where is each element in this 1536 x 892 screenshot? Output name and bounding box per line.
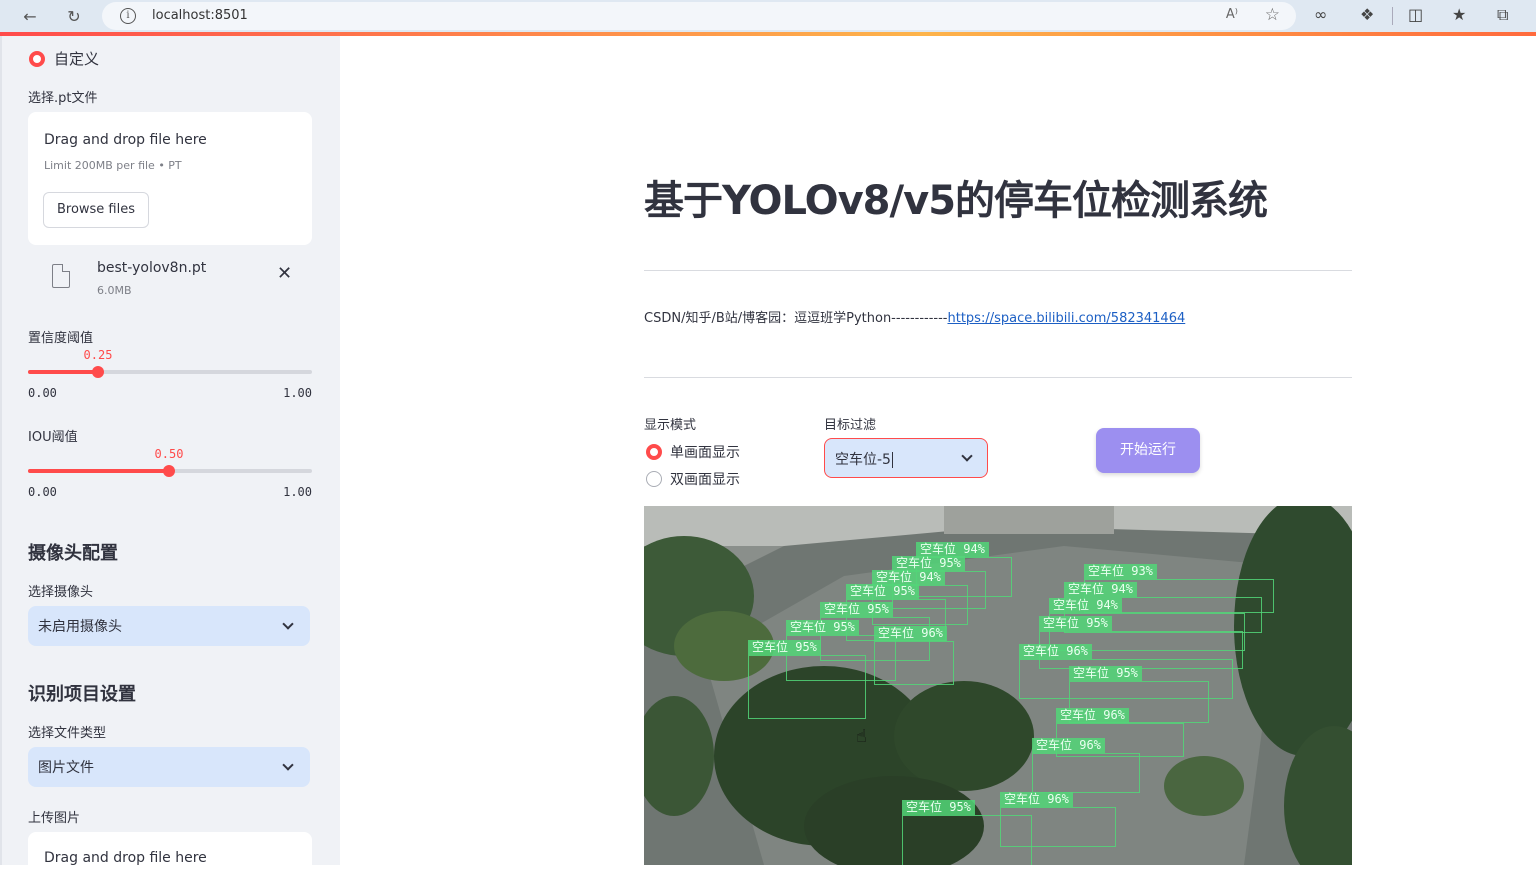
toolbar-divider <box>1392 7 1393 25</box>
detection-label: 空车位 96% <box>1000 792 1073 807</box>
address-url: localhost:8501 <box>152 8 248 23</box>
drag-drop-text: Drag and drop file here <box>44 850 207 866</box>
slider-value: 0.50 <box>154 447 184 461</box>
sidebar: 自定义 选择.pt文件 Drag and drop file here Limi… <box>0 36 340 892</box>
site-info-icon[interactable]: i <box>120 8 136 24</box>
radio-dual-view-label: 双画面显示 <box>670 472 740 488</box>
slider-min: 0.00 <box>28 386 57 400</box>
target-filter-label: 目标过滤 <box>824 418 877 433</box>
mouse-cursor-icon: ☝ <box>856 726 867 747</box>
camera-select-label: 选择摄像头 <box>28 585 94 600</box>
detection-bbox <box>748 655 866 719</box>
detection-bbox <box>902 815 1032 865</box>
detection-label: 空车位 95% <box>902 800 975 815</box>
detection-label: 空车位 95% <box>748 640 821 655</box>
detection-label: 空车位 95% <box>846 584 919 599</box>
detection-label: 空车位 96% <box>1032 738 1105 753</box>
camera-select[interactable]: 未启用摄像头 <box>28 606 310 646</box>
recognition-section-heading: 识别项目设置 <box>28 684 136 705</box>
favorites-icon[interactable]: ★ <box>1452 5 1466 24</box>
credit-text: CSDN/知乎/B站/博客园：逗逗班学Python------------ <box>644 311 948 326</box>
slider-fill <box>28 469 169 473</box>
back-icon[interactable]: ← <box>19 5 41 27</box>
slider-value: 0.25 <box>83 348 113 362</box>
chevron-down-icon <box>961 450 973 462</box>
detection-result-image: 空车位 94% 空车位 95% 空车位 94% 空车位 95% 空车位 95% 空车位 9… <box>644 506 1352 865</box>
detection-label: 空车位 96% <box>874 626 947 641</box>
model-upload-label: 选择.pt文件 <box>28 91 98 106</box>
uploaded-file-name: best-yolov8n.pt <box>97 260 207 276</box>
browse-files-button[interactable]: Browse files <box>43 192 149 228</box>
chevron-down-icon <box>282 618 294 630</box>
detection-label: 空车位 95% <box>1069 666 1142 681</box>
detection-label: 空车位 95% <box>1039 616 1112 631</box>
camera-section-heading: 摄像头配置 <box>28 543 118 564</box>
camera-select-value: 未启用摄像头 <box>38 619 122 635</box>
text-caret <box>891 452 893 468</box>
slider-max: 1.00 <box>283 485 312 499</box>
image-file-uploader[interactable]: Drag and drop file here <box>28 832 312 892</box>
file-type-label: 选择文件类型 <box>28 726 107 741</box>
chevron-down-icon <box>282 759 294 771</box>
drag-drop-text: Drag and drop file here <box>44 132 207 148</box>
divider <box>644 377 1352 378</box>
split-screen-icon[interactable]: ◫ <box>1408 5 1423 24</box>
slider-fill <box>28 370 98 374</box>
detection-bbox <box>1032 753 1140 793</box>
infinity-icon[interactable]: ∞ <box>1314 5 1327 24</box>
uploaded-file-size: 6.0MB <box>97 284 132 297</box>
display-mode-label: 显示模式 <box>644 418 697 433</box>
detection-label: 空车位 94% <box>1064 582 1137 597</box>
remove-file-icon[interactable]: ✕ <box>277 263 292 284</box>
reload-icon[interactable]: ↻ <box>63 5 85 27</box>
detection-label: 空车位 93% <box>1084 564 1157 579</box>
detection-label: 空车位 95% <box>820 602 893 617</box>
model-file-uploader[interactable]: Drag and drop file here Limit 200MB per … <box>28 112 312 245</box>
file-type-select-value: 图片文件 <box>38 760 94 776</box>
detection-label: 空车位 95% <box>892 556 965 571</box>
upload-limit-text: Limit 200MB per file • PT <box>44 159 182 172</box>
radio-selected-icon <box>29 50 45 67</box>
slider-thumb[interactable] <box>92 366 104 378</box>
detection-label: 空车位 96% <box>1056 708 1129 723</box>
upload-image-label: 上传图片 <box>28 811 81 826</box>
target-filter-value: 空车位-5 <box>835 452 891 468</box>
detection-label: 空车位 94% <box>1049 598 1122 613</box>
slider-min: 0.00 <box>28 485 57 499</box>
radio-custom[interactable]: 自定义 <box>29 48 99 69</box>
detection-label: 空车位 94% <box>872 570 945 585</box>
radio-dual-view[interactable]: 双画面显示 <box>646 469 740 489</box>
target-filter-select[interactable]: 空车位-5 <box>824 438 988 478</box>
collections-icon[interactable]: ⧉ <box>1497 5 1508 25</box>
file-type-select[interactable]: 图片文件 <box>28 747 310 787</box>
radio-unselected-icon <box>646 471 662 487</box>
divider <box>644 270 1352 271</box>
page-title: 基于YOLOv8/v5的停车位检测系统 <box>644 178 1268 224</box>
file-icon <box>52 264 70 288</box>
browser-toolbar: ← ↻ i localhost:8501 A⁾ ☆ ∞ ❖ ◫ ★ ⧉ <box>0 0 1536 32</box>
credit-line: CSDN/知乎/B站/博客园：逗逗班学Python------------htt… <box>644 307 1185 326</box>
detection-label: 空车位 96% <box>1019 644 1092 659</box>
iou-slider[interactable]: 0.50 0.00 1.00 <box>28 435 312 499</box>
read-aloud-icon[interactable]: A⁾ <box>1226 7 1238 22</box>
run-button[interactable]: 开始运行 <box>1096 428 1200 473</box>
radio-custom-label: 自定义 <box>54 50 100 68</box>
bilibili-link[interactable]: https://space.bilibili.com/582341464 <box>947 311 1185 326</box>
address-bar[interactable]: i localhost:8501 A⁾ ☆ <box>102 2 1296 30</box>
target-filter-input[interactable]: 空车位-5 <box>835 449 893 469</box>
extensions-icon[interactable]: ❖ <box>1360 5 1374 24</box>
confidence-slider[interactable]: 0.25 0.00 1.00 <box>28 336 312 400</box>
favorite-star-icon[interactable]: ☆ <box>1265 5 1280 25</box>
radio-selected-icon <box>646 444 662 460</box>
detection-bbox <box>874 641 954 685</box>
detection-label: 空车位 94% <box>916 542 989 557</box>
uploaded-file-row: best-yolov8n.pt 6.0MB ✕ <box>28 254 312 304</box>
radio-single-view-label: 单画面显示 <box>670 445 740 461</box>
detection-label: 空车位 95% <box>786 620 859 635</box>
radio-single-view[interactable]: 单画面显示 <box>646 442 740 462</box>
slider-thumb[interactable] <box>163 465 175 477</box>
slider-max: 1.00 <box>283 386 312 400</box>
